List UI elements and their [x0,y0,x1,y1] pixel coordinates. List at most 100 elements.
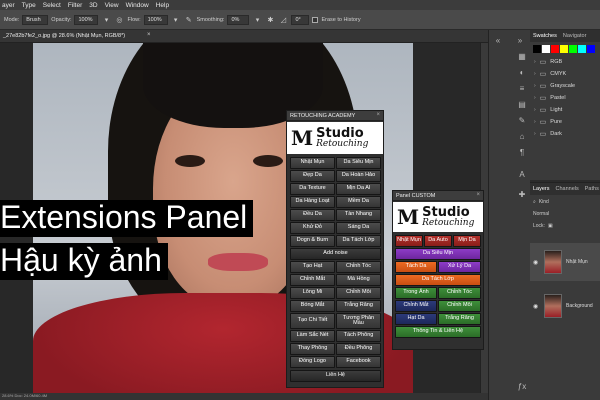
paragraph-icon[interactable]: ¶ [517,148,527,158]
menu-3d[interactable]: 3D [89,2,97,9]
color-swatch[interactable] [578,45,586,53]
academy-button[interactable]: Sáng Da [336,222,381,234]
glyphs-icon[interactable]: ✚ [517,190,527,200]
swatch-folder[interactable]: › ▭ Grayscale [530,80,600,92]
menu-window[interactable]: Window [126,2,149,9]
academy-button[interactable]: Đều Da [290,209,335,221]
document-tab-title[interactable]: _27e82b7fe2_o.jpg @ 28.6% (Nhật Mụn, RGB… [3,33,125,39]
libraries-icon[interactable]: ▤ [517,100,527,110]
academy-button[interactable]: Da Texture [290,183,335,195]
close-icon[interactable]: × [376,112,380,118]
tab-layers[interactable]: Layers [533,186,550,192]
academy-button[interactable]: Đóng Logo [290,356,335,368]
contact-button[interactable]: Thông Tin & Liên Hệ [395,326,481,338]
eye-icon[interactable]: ◉ [533,259,540,266]
academy-button[interactable]: Dogn & Burn [290,235,335,247]
academy-button[interactable]: Đều Phông [336,343,381,355]
color-swatch[interactable] [542,45,550,53]
swatch-folder[interactable]: › ▭ CMYK [530,68,600,80]
custom-button[interactable]: Mịn Da [453,235,481,247]
swatch-folder[interactable]: › ▭ RGB [530,56,600,68]
brush-icon[interactable]: ✎ [517,116,527,126]
chevron-right-icon[interactable]: › [534,119,536,125]
opacity-field[interactable]: 100% [74,14,99,25]
academy-button[interactable]: Làm Sắc Nét [290,330,335,342]
academy-button[interactable]: Facebook [336,356,381,368]
erase-history-checkbox[interactable] [312,16,319,23]
custom-button[interactable]: Da Siêu Mịn [395,248,481,260]
academy-button[interactable]: Tách Phông [336,330,381,342]
academy-button[interactable]: Thay Phông [290,343,335,355]
panel-title-bar[interactable]: RETOUCHING ACADEMY × [287,111,383,121]
layer-item[interactable]: ◉ Background [530,287,600,325]
chevron-right-icon[interactable]: › [534,95,536,101]
swatch-folder[interactable]: › ▭ Pastel [530,92,600,104]
academy-button[interactable]: Nhật Mụn [290,157,335,169]
link-icon[interactable]: ƒx [517,382,527,392]
custom-button[interactable]: Chỉnh Mắt [395,300,437,312]
academy-button[interactable]: Đẹp Da [290,170,335,182]
chevron-down-icon[interactable]: ▾ [171,15,181,25]
color-swatch[interactable] [551,45,559,53]
tab-channels[interactable]: Channels [556,186,579,192]
academy-button[interactable]: Chỉnh Môi [336,287,381,299]
academy-button[interactable]: Tạo Hạt [290,261,335,273]
pressure-opacity-icon[interactable]: ◎ [114,15,124,25]
contact-button[interactable]: Liên Hệ [290,370,381,382]
academy-button[interactable]: Chỉnh Mắt [290,274,335,286]
menu-layer[interactable]: ayer [2,2,15,9]
custom-button[interactable]: Chỉnh Môi [438,300,481,312]
clone-icon[interactable]: ⌂ [517,132,527,142]
chevron-down-icon[interactable]: ▾ [252,15,262,25]
blend-mode-select[interactable]: Normal [533,211,549,217]
custom-button[interactable]: Trong Ảnh [395,287,437,299]
eye-icon[interactable]: ◉ [533,303,540,310]
custom-button[interactable]: Tách Da [395,261,437,273]
menu-type[interactable]: Type [22,2,36,9]
chevron-down-icon[interactable]: ▾ [101,15,111,25]
tab-navigator[interactable]: Navigator [563,33,587,39]
panel-title-bar[interactable]: Panel CUSTOM × [393,191,483,201]
chevron-right-icon[interactable]: › [534,107,536,113]
tab-paths[interactable]: Paths [585,186,599,192]
academy-button[interactable]: Chỉnh Tóc [336,261,381,273]
custom-button[interactable]: Nhật Mụn [395,235,423,247]
custom-button[interactable]: Xử Lý Da [438,261,481,273]
collapse-icon[interactable]: » [515,36,525,46]
academy-button[interactable]: Mềm Da [336,196,381,208]
academy-button[interactable]: Da Hàng Loạt [290,196,335,208]
close-icon[interactable]: × [147,32,151,38]
custom-button[interactable]: Trắng Răng [438,313,481,325]
academy-button[interactable]: Tương Phản Màu [336,313,381,329]
close-icon[interactable]: × [476,192,480,198]
color-swatch[interactable] [560,45,568,53]
properties-icon[interactable]: ≡ [517,84,527,94]
mode-select[interactable]: Brush [22,14,49,25]
collapse-icon[interactable]: « [493,36,503,46]
chevron-right-icon[interactable]: › [534,83,536,89]
academy-button[interactable]: Khử Đỏ [290,222,335,234]
custom-button[interactable]: Chỉnh Tóc [438,287,481,299]
menu-view[interactable]: View [105,2,119,9]
academy-button[interactable]: Má Hồng [336,274,381,286]
academy-button[interactable]: Bóng Mắt [290,300,335,312]
menu-filter[interactable]: Filter [68,2,82,9]
academy-button[interactable]: Lông Mi [290,287,335,299]
chevron-right-icon[interactable]: › [534,131,536,137]
menu-help[interactable]: Help [156,2,169,9]
airbrush-icon[interactable]: ✎ [184,15,194,25]
angle-field[interactable]: 0° [291,14,310,25]
swatch-folder[interactable]: › ▭ Pure [530,116,600,128]
menu-select[interactable]: Select [43,2,61,9]
academy-button[interactable]: Tạo Chi Tiết [290,313,335,329]
flow-field[interactable]: 100% [143,14,168,25]
color-swatch[interactable] [587,45,595,53]
lock-icon[interactable]: ▣ [548,223,553,229]
academy-button[interactable]: Mịn Da AI [336,183,381,195]
add-noise-button[interactable]: Add noise [290,248,381,260]
history-icon[interactable]: ▦ [517,52,527,62]
color-swatch[interactable] [533,45,541,53]
layer-item[interactable]: ◉ Nhật Mụn [530,243,600,281]
custom-button[interactable]: Da Tách Lớp [395,274,481,286]
smoothing-field[interactable]: 0% [227,14,250,25]
